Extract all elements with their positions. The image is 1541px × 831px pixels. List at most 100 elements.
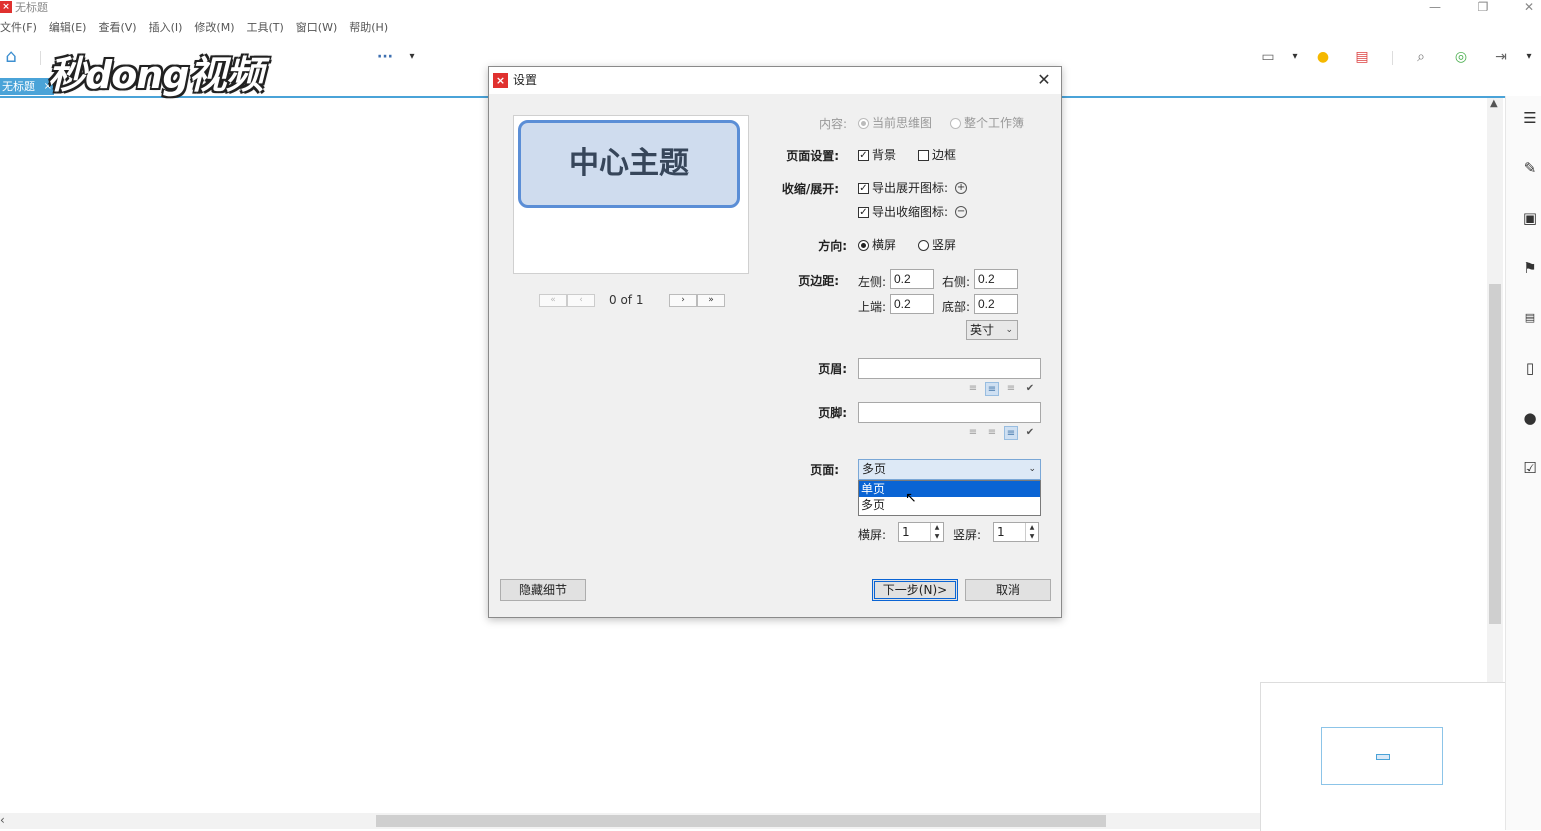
menu-modify[interactable]: 修改(M) [194,19,234,37]
overview-topic-node [1376,754,1390,760]
chevron-down-icon[interactable]: ▾ [1520,48,1538,66]
home-icon[interactable]: ⌂ [2,48,20,66]
tiles-vertical-label: 竖屏: [953,528,982,542]
checkbox-checked-icon[interactable]: ✓ [858,206,869,218]
border-checkbox[interactable]: 边框 [918,148,956,162]
pages-option-multi[interactable]: 多页 [859,497,1040,513]
notes-icon[interactable]: ▯ [1520,358,1540,378]
image-icon[interactable]: ▣ [1520,208,1540,228]
header-input[interactable] [858,358,1041,379]
window-titlebar: × 无标题 — ❐ ✕ [0,0,1541,16]
dialog-close-button[interactable]: ✕ [1030,67,1058,93]
presentation-icon[interactable]: ▭ [1259,48,1277,66]
comment-icon[interactable]: ● [1520,408,1540,428]
radio-icon[interactable] [918,239,929,251]
export-collapse-text: 导出收缩图标: [872,205,949,219]
footer-align-group: ≡ ≡ ≡ ✔ [966,426,1040,440]
document-tab[interactable]: 无标题 × [0,78,54,95]
pages-select[interactable]: 多页 ⌄ [858,459,1041,480]
menu-bar: 文件(F) 编辑(E) 查看(V) 插入(I) 修改(M) 工具(T) 窗口(W… [0,19,388,37]
last-page-button[interactable]: » [697,294,725,307]
radio-icon [858,117,869,129]
stepper-arrows-icon[interactable]: ▲ ▼ [930,523,943,541]
margin-right-input[interactable] [974,269,1018,289]
minimize-button[interactable]: — [1420,0,1450,14]
menu-tools[interactable]: 工具(T) [246,19,283,37]
pages-selected-value: 多页 [862,462,887,476]
margin-unit-select[interactable]: 英寸 ⌄ [966,320,1018,340]
expand-plus-icon: + [955,182,968,194]
footer-input[interactable] [858,402,1041,423]
outline-icon[interactable]: ▤ [1353,48,1371,66]
lightbulb-icon[interactable]: ● [1314,48,1332,66]
viewport-frame[interactable] [1321,727,1443,785]
menu-file[interactable]: 文件(F) [0,19,37,37]
window-close-button[interactable]: ✕ [1514,0,1541,14]
tiles-vertical-stepper[interactable]: 1 ▲ ▼ [993,522,1039,542]
edit-check-icon[interactable]: ✔ [1023,426,1037,440]
orientation-label: 方向: [818,239,847,253]
menu-help[interactable]: 帮助(H) [349,19,388,37]
checkbox-checked-icon[interactable]: ✓ [858,182,869,194]
next-button[interactable]: 下一步(N)> [872,579,958,601]
chevron-left-icon[interactable]: ‹ [0,813,5,827]
more-icon[interactable]: ··· [374,48,396,66]
margin-left-input[interactable] [890,269,934,289]
horizontal-scroll-thumb[interactable] [376,815,1106,827]
edit-check-icon[interactable]: ✔ [1023,382,1037,396]
export-expand-icon-checkbox[interactable]: ✓ 导出展开图标: + [858,181,968,195]
export-expand-text: 导出展开图标: [872,181,949,195]
restore-button[interactable]: ❐ [1468,0,1498,14]
margin-bottom-input[interactable] [974,294,1018,314]
align-center-icon[interactable]: ≡ [985,382,999,396]
print-preview: 中心主题 [513,115,749,274]
align-left-icon[interactable]: ≡ [966,426,980,440]
landscape-radio[interactable]: 横屏 [858,238,896,252]
menu-insert[interactable]: 插入(I) [149,19,183,37]
share-icon[interactable]: ◎ [1452,48,1470,66]
watermark-logo: 秒dong视频 [48,53,264,97]
style-brush-icon[interactable]: ✎ [1520,158,1540,178]
toolbar-divider [1392,51,1393,65]
export-icon[interactable]: ⇥ [1492,48,1510,66]
stepper-arrows-icon[interactable]: ▲ ▼ [1025,523,1038,541]
align-right-icon[interactable]: ≡ [1004,382,1018,396]
background-checkbox[interactable]: ✓ 背景 [858,148,896,162]
align-right-icon[interactable]: ≡ [1004,426,1018,440]
checkbox-unchecked-icon[interactable] [918,149,929,161]
margin-top-input[interactable] [890,294,934,314]
hide-details-button[interactable]: 隐藏细节 [500,579,586,601]
landscape-text: 横屏 [872,238,897,252]
prev-page-button[interactable]: ‹ [567,294,595,307]
first-page-button[interactable]: « [539,294,567,307]
overview-panel[interactable] [1260,682,1505,831]
export-collapse-icon-checkbox[interactable]: ✓ 导出收缩图标: − [858,205,968,219]
align-left-icon[interactable]: ≡ [966,382,980,396]
chevron-down-icon[interactable]: ▾ [403,48,421,66]
margin-top-label: 上端: [858,300,887,314]
document-tab-label: 无标题 [2,80,35,93]
cancel-button[interactable]: 取消 [965,579,1051,601]
pages-option-single[interactable]: 单页 [859,481,1040,497]
menu-window[interactable]: 窗口(W) [296,19,337,37]
horizontal-scrollbar[interactable]: ‹ [0,813,1260,829]
chevron-down-icon[interactable]: ▾ [1286,48,1304,66]
checkbox-checked-icon[interactable]: ✓ [858,149,869,161]
vertical-scroll-thumb[interactable] [1489,284,1501,624]
next-page-button[interactable]: › [669,294,697,307]
content-current-map-text: 当前思维图 [872,116,933,130]
tiles-horizontal-stepper[interactable]: 1 ▲ ▼ [898,522,944,542]
radio-selected-icon[interactable] [858,239,869,251]
task-icon[interactable]: ☑ [1520,458,1540,478]
chevron-up-icon[interactable]: ▲ [1490,98,1498,109]
menu-view[interactable]: 查看(V) [98,19,136,37]
search-icon[interactable]: ⌕ [1412,48,1430,66]
flag-icon[interactable]: ⚑ [1520,258,1540,278]
menu-edit[interactable]: 编辑(E) [49,19,87,37]
portrait-radio[interactable]: 竖屏 [918,238,956,252]
format-icon[interactable]: ☰ [1520,108,1540,128]
font-icon[interactable]: ▤ [1520,308,1540,328]
align-center-icon[interactable]: ≡ [985,426,999,440]
preview-pager: « ‹ 0 of 1 › » [539,293,729,309]
content-label: 内容: [818,117,847,131]
